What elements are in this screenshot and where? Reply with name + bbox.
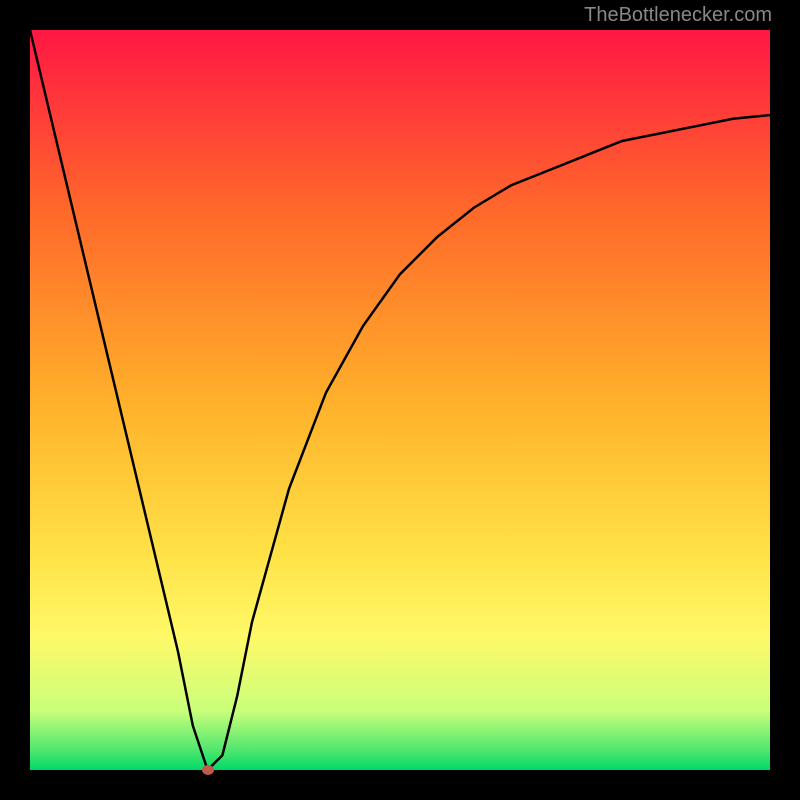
watermark-text: TheBottlenecker.com (584, 4, 772, 27)
optimal-marker (202, 765, 214, 775)
chart-area (30, 30, 770, 770)
bottleneck-curve (30, 30, 770, 770)
curve-layer (30, 30, 770, 770)
